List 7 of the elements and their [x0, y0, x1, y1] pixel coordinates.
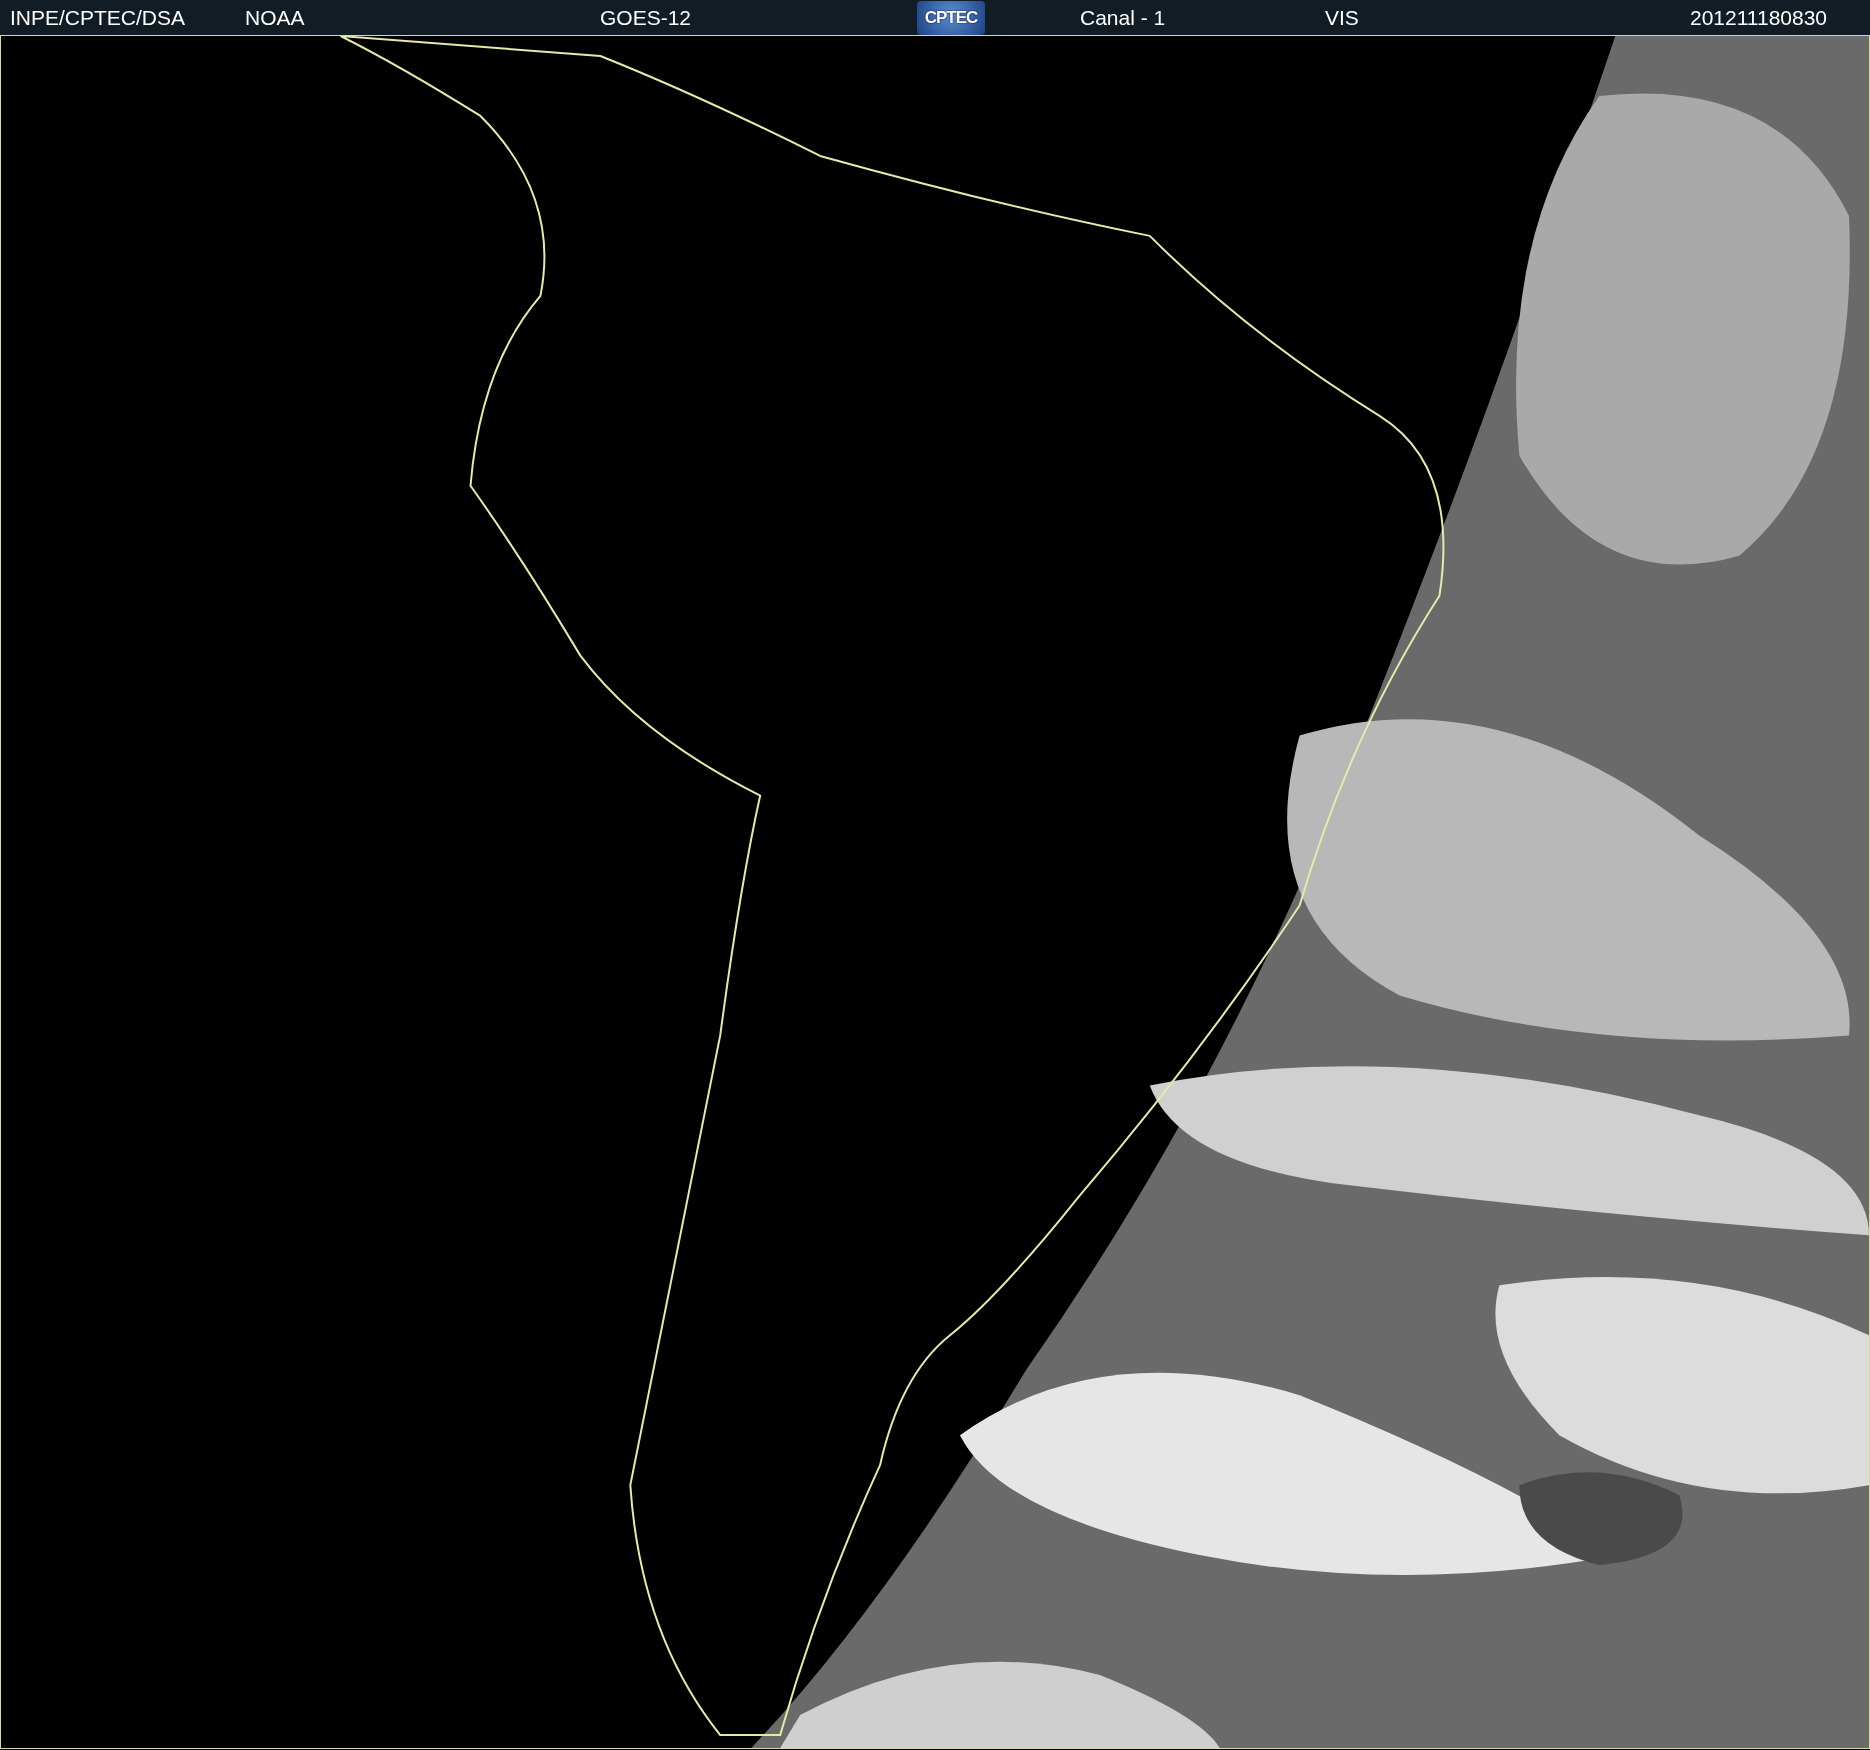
header-label: Canal - 1 — [1080, 7, 1166, 28]
header-label: INPE/CPTEC/DSA — [10, 7, 186, 28]
header-label: NOAA — [245, 7, 305, 28]
header-label: VIS — [1325, 7, 1359, 28]
logo: CPTEC — [917, 0, 985, 35]
header-label: 201211180830 — [1690, 7, 1828, 28]
header-label: GOES-12 — [600, 7, 692, 28]
